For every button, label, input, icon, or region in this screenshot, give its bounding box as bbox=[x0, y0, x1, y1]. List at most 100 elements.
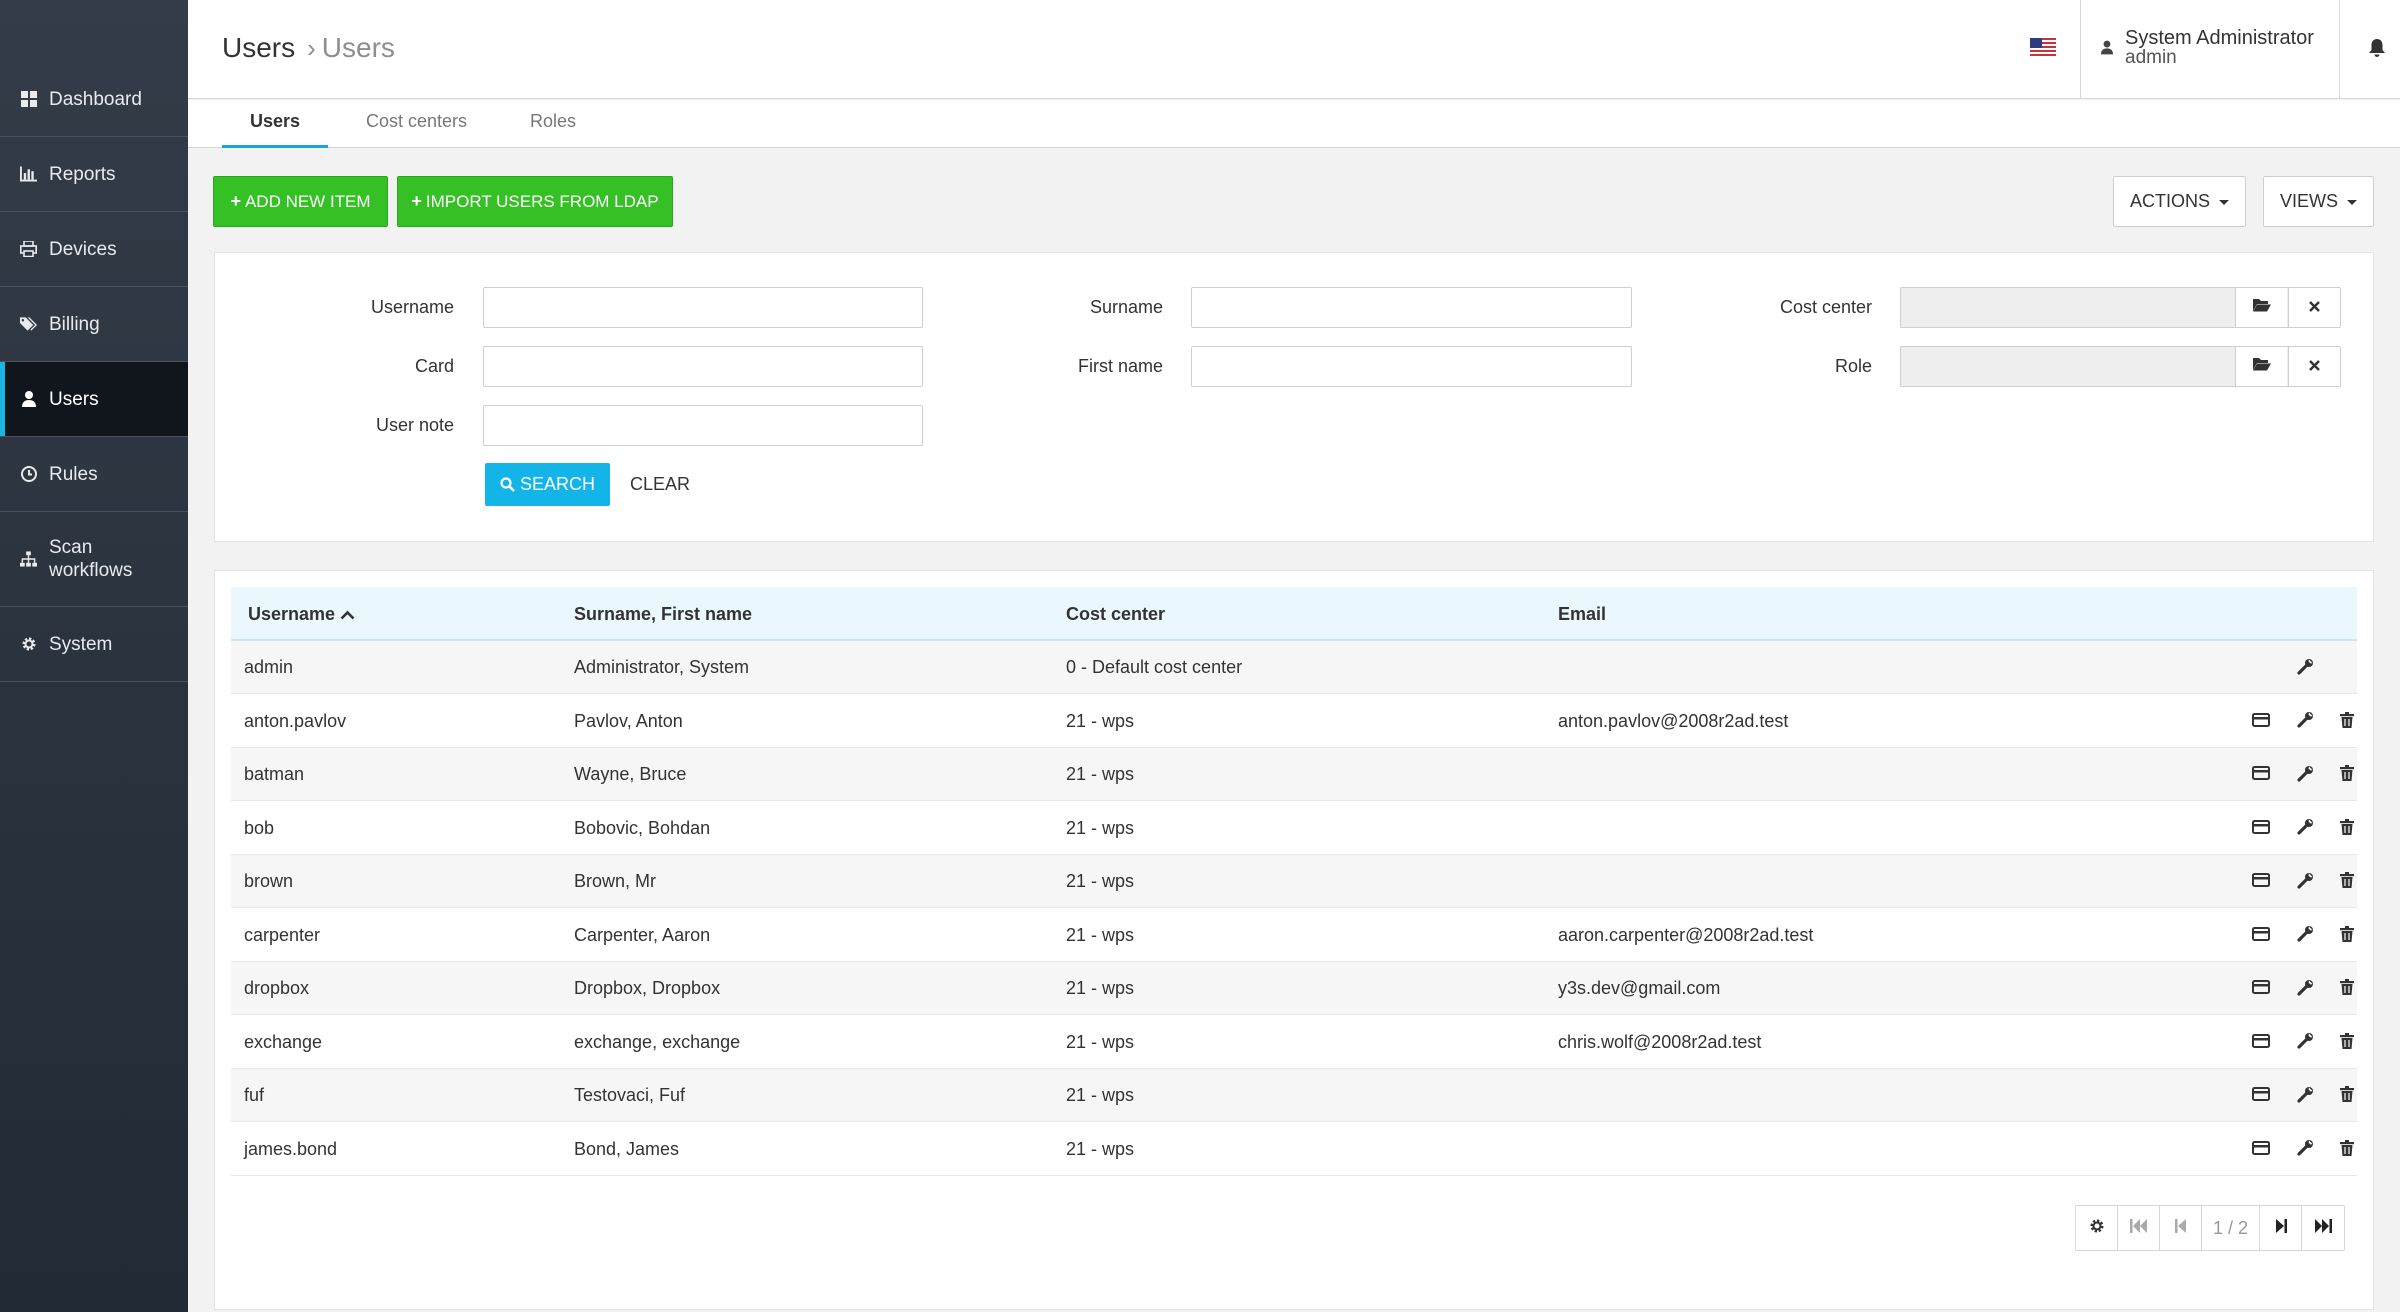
cell-name: Dropbox, Dropbox bbox=[574, 978, 721, 998]
bell-icon[interactable] bbox=[2368, 38, 2386, 63]
wrench-icon[interactable] bbox=[2295, 817, 2315, 837]
tab-roles[interactable]: Roles bbox=[530, 100, 576, 148]
user-note-field[interactable] bbox=[483, 405, 923, 446]
column-cost-center[interactable]: Cost center bbox=[1066, 604, 1165, 625]
previous-page-button[interactable] bbox=[2160, 1206, 2202, 1250]
card-icon[interactable] bbox=[2251, 710, 2271, 730]
user-icon bbox=[20, 391, 37, 408]
tab-cost-centers[interactable]: Cost centers bbox=[366, 100, 467, 148]
cell-username: exchange bbox=[244, 1031, 323, 1052]
card-icon[interactable] bbox=[2251, 1084, 2271, 1104]
plus-icon: + bbox=[411, 191, 422, 211]
us-flag-icon[interactable] bbox=[2030, 38, 2056, 58]
table-header: Username Surname, First name Cost center… bbox=[231, 587, 2357, 641]
sidebar-nav: Dashboard Reports Devices Billing Users … bbox=[0, 62, 188, 682]
trash-icon[interactable] bbox=[2337, 817, 2357, 837]
clear-cost-center-button[interactable] bbox=[2288, 288, 2340, 327]
table-row[interactable]: brown Brown, Mr 21 - wps bbox=[231, 855, 2357, 908]
wrench-icon[interactable] bbox=[2295, 977, 2315, 997]
add-new-item-label: ADD NEW ITEM bbox=[244, 191, 371, 211]
import-ldap-button[interactable]: + IMPORT USERS FROM LDAP bbox=[397, 176, 673, 227]
wrench-icon[interactable] bbox=[2295, 1084, 2315, 1104]
trash-icon[interactable] bbox=[2337, 763, 2357, 783]
tab-bar: Users Cost centers Roles bbox=[188, 100, 2400, 148]
clock-icon bbox=[20, 466, 37, 483]
trash-icon[interactable] bbox=[2337, 870, 2357, 890]
trash-icon[interactable] bbox=[2337, 1031, 2357, 1051]
cost-center-label: Cost center bbox=[1779, 297, 1872, 317]
table-row[interactable]: batman Wayne, Bruce 21 - wps bbox=[231, 748, 2357, 801]
table-row[interactable]: james.bond Bond, James 21 - wps bbox=[231, 1123, 2357, 1176]
card-icon[interactable] bbox=[2251, 1138, 2271, 1158]
dashboard-icon bbox=[20, 91, 37, 108]
table-row[interactable]: bob Bobovic, Bohdan 21 - wps bbox=[231, 802, 2357, 855]
breadcrumb-root[interactable]: Users bbox=[222, 32, 295, 64]
sidebar-item-system[interactable]: System bbox=[0, 607, 188, 682]
surname-field[interactable] bbox=[1191, 287, 1632, 328]
card-field[interactable] bbox=[483, 346, 923, 387]
trash-icon[interactable] bbox=[2337, 924, 2357, 944]
first-page-button[interactable] bbox=[2118, 1206, 2160, 1250]
trash-icon[interactable] bbox=[2337, 710, 2357, 730]
sidebar-item-scan-workflows[interactable]: Scan workflows bbox=[0, 512, 188, 607]
gear-icon bbox=[2089, 1218, 2105, 1239]
role-select[interactable] bbox=[1900, 346, 2341, 387]
views-dropdown[interactable]: VIEWS bbox=[2263, 176, 2374, 227]
trash-icon[interactable] bbox=[2337, 1084, 2357, 1104]
search-button[interactable]: SEARCH bbox=[485, 463, 610, 506]
browse-cost-center-button[interactable] bbox=[2235, 288, 2287, 327]
cell-name: Brown, Mr bbox=[574, 871, 657, 891]
page-indicator: 1 / 2 bbox=[2202, 1206, 2260, 1250]
table-row[interactable]: fuf Testovaci, Fuf 21 - wps bbox=[231, 1069, 2357, 1122]
table-row[interactable]: anton.pavlov Pavlov, Anton 21 - wps anton.p… bbox=[231, 695, 2357, 748]
sidebar-item-rules[interactable]: Rules bbox=[0, 437, 188, 512]
card-icon[interactable] bbox=[2251, 763, 2271, 783]
chevron-right-icon: › bbox=[307, 32, 316, 63]
table-row[interactable]: exchange exchange, exchange 21 - wps chris.… bbox=[231, 1016, 2357, 1069]
trash-icon[interactable] bbox=[2337, 1138, 2357, 1158]
cell-username: brown bbox=[244, 871, 294, 891]
first-name-field[interactable] bbox=[1191, 346, 1632, 387]
cell-username: james.bond bbox=[244, 1138, 338, 1159]
next-page-button[interactable] bbox=[2260, 1206, 2302, 1250]
wrench-icon[interactable] bbox=[2295, 1031, 2315, 1051]
card-icon[interactable] bbox=[2251, 817, 2271, 837]
table-row[interactable]: admin Administrator, System 0 - Default co… bbox=[231, 641, 2357, 694]
search-icon bbox=[500, 477, 515, 492]
sidebar-item-users[interactable]: Users bbox=[0, 362, 188, 437]
wrench-icon[interactable] bbox=[2295, 924, 2315, 944]
column-email[interactable]: Email bbox=[1558, 604, 1606, 625]
sidebar-item-devices[interactable]: Devices bbox=[0, 212, 188, 287]
card-icon[interactable] bbox=[2251, 977, 2271, 997]
card-icon[interactable] bbox=[2251, 924, 2271, 944]
wrench-icon[interactable] bbox=[2295, 710, 2315, 730]
sidebar-item-dashboard[interactable]: Dashboard bbox=[0, 62, 188, 137]
cell-cost-center: 21 - wps bbox=[1066, 871, 1135, 891]
last-page-button[interactable] bbox=[2302, 1206, 2344, 1250]
sidebar-item-reports[interactable]: Reports bbox=[0, 137, 188, 212]
tab-users[interactable]: Users bbox=[222, 100, 328, 148]
card-icon[interactable] bbox=[2251, 1031, 2271, 1051]
column-username[interactable]: Username bbox=[248, 604, 355, 625]
wrench-icon[interactable] bbox=[2295, 870, 2315, 890]
clear-button[interactable]: CLEAR bbox=[622, 463, 698, 506]
trash-icon[interactable] bbox=[2337, 977, 2357, 997]
table-row[interactable]: dropbox Dropbox, Dropbox 21 - wps y3s.dev@g… bbox=[231, 962, 2357, 1015]
wrench-icon[interactable] bbox=[2295, 763, 2315, 783]
table-row[interactable]: carpenter Carpenter, Aaron 21 - wps aaron.c… bbox=[231, 909, 2357, 962]
cost-center-select[interactable] bbox=[1900, 287, 2341, 328]
wrench-icon[interactable] bbox=[2295, 656, 2315, 676]
cell-name: Carpenter, Aaron bbox=[574, 924, 711, 945]
sidebar-item-billing[interactable]: Billing bbox=[0, 287, 188, 362]
username-field[interactable] bbox=[483, 287, 923, 328]
actions-dropdown[interactable]: ACTIONS bbox=[2113, 176, 2246, 227]
browse-role-button[interactable] bbox=[2235, 347, 2287, 386]
add-new-item-button[interactable]: + ADD NEW ITEM bbox=[213, 176, 388, 227]
user-menu[interactable]: System Administrator admin bbox=[2080, 0, 2340, 99]
page-settings-button[interactable] bbox=[2076, 1206, 2118, 1250]
clear-role-button[interactable] bbox=[2288, 347, 2340, 386]
cell-email: y3s.dev@gmail.com bbox=[1558, 978, 1721, 998]
wrench-icon[interactable] bbox=[2295, 1138, 2315, 1158]
card-icon[interactable] bbox=[2251, 870, 2271, 890]
column-name[interactable]: Surname, First name bbox=[574, 604, 752, 625]
